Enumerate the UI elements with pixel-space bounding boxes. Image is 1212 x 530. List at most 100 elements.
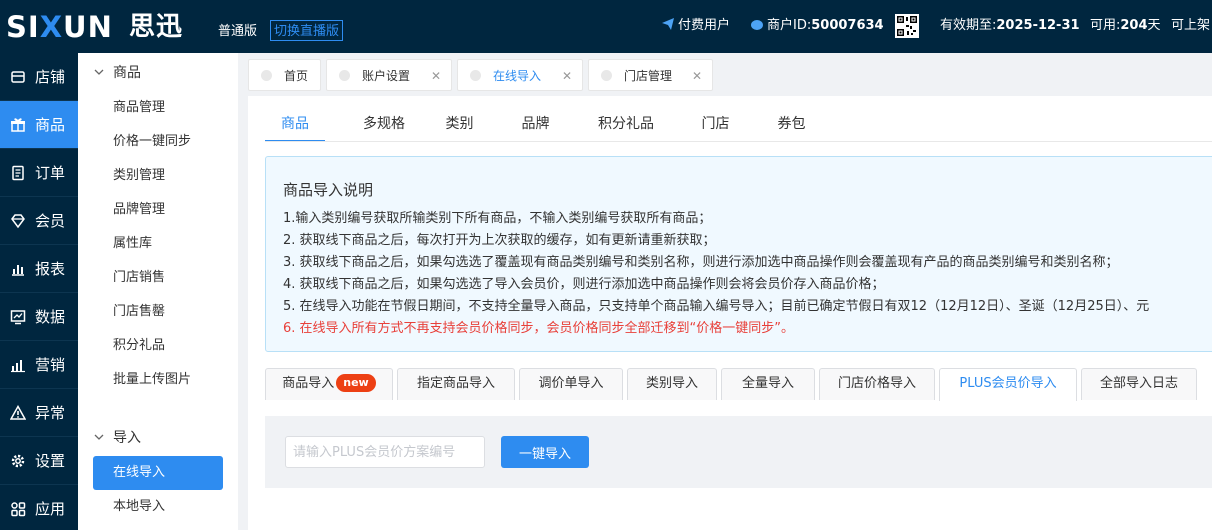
nav-item-store[interactable]: 店铺	[0, 53, 78, 101]
module-tab[interactable]: 积分礼品	[589, 96, 663, 142]
paid-user: 付费用户	[661, 17, 730, 35]
valid-until: 有效期至:2025-12-31	[940, 18, 1080, 33]
page-tab-label: 账户设置	[362, 68, 411, 83]
submenu-item[interactable]: 批量上传图片	[93, 363, 223, 397]
import-type-tab[interactable]: 门店价格导入	[819, 368, 935, 400]
import-type-tab-label: 调价单导入	[538, 376, 604, 391]
nav-item-label: 订单	[35, 164, 66, 182]
import-type-tab-label: 指定商品导入	[416, 376, 495, 391]
submenu-item[interactable]: 门店售罄	[93, 295, 223, 329]
module-tab[interactable]: 门店	[693, 96, 738, 142]
data-icon	[10, 309, 26, 324]
instruction-line: 4. 获取线下商品之后，如果勾选选了导入会员价，则进行添加选中商品操作则会将会员…	[283, 277, 885, 292]
one-click-import-button[interactable]: 一键导入	[501, 436, 589, 468]
page-tab-label: 首页	[284, 68, 309, 83]
warning-icon	[10, 404, 26, 420]
nav-item-warning[interactable]: 异常	[0, 389, 78, 437]
import-type-tab[interactable]: PLUS会员价导入	[939, 368, 1077, 401]
nav-item-label: 会员	[35, 212, 66, 230]
merchant-id: 商户ID:50007634	[750, 17, 884, 35]
report-icon	[12, 264, 24, 276]
close-icon[interactable]: ✕	[431, 69, 441, 83]
submenu-item[interactable]: 商品管理	[93, 91, 223, 125]
instruction-line: 1.输入类别编号获取所输类别下所有商品，不输入类别编号获取所有商品；	[283, 211, 712, 226]
nav-item-label: 报表	[35, 260, 66, 278]
diamond-icon	[11, 213, 25, 228]
secondary-menu: 商品 商品管理 价格一键同步 类别管理 品牌管理 属性库 门店销售 门店售罄 积分礼品 批量上传…	[78, 53, 238, 530]
submenu-item[interactable]: 品牌管理	[93, 193, 223, 227]
page-tab[interactable]: 门店管理 ✕	[588, 59, 713, 91]
shelf-label: 可上架	[1171, 18, 1211, 33]
new-badge: new	[336, 374, 376, 392]
import-type-tab[interactable]: 商品导入 new	[265, 368, 393, 400]
page-tab[interactable]: 首页	[248, 59, 321, 91]
module-tab[interactable]: 品牌	[513, 96, 558, 142]
close-icon[interactable]: ✕	[692, 69, 702, 83]
page-tab[interactable]: 在线导入 ✕	[457, 59, 583, 91]
submenu-item[interactable]: 在线导入	[93, 456, 223, 490]
paper-plane-icon	[662, 18, 674, 30]
instruction-line: 2. 获取线下商品之后，每次打开为上次获取的缓存，如有更新请重新获取；	[283, 233, 716, 248]
close-icon[interactable]: ✕	[562, 69, 572, 83]
nav-item-marketing[interactable]: 营销	[0, 341, 78, 389]
nav-item-label: 数据	[35, 308, 66, 326]
chevron-down-icon	[94, 434, 104, 440]
nav-item-label: 店铺	[35, 68, 66, 86]
import-instructions: 商品导入说明 1.输入类别编号获取所输类别下所有商品，不输入类别编号获取所有商品…	[265, 156, 1212, 352]
tab-dot-icon	[339, 69, 350, 81]
nav-item-label: 设置	[35, 452, 66, 470]
import-type-tab[interactable]: 全部导入日志	[1081, 368, 1197, 400]
page-tab-label: 门店管理	[624, 68, 673, 83]
switch-live-button[interactable]: 切换直播版	[270, 20, 344, 41]
submenu-item[interactable]: 属性库	[93, 227, 223, 261]
plus-scheme-code-input[interactable]	[285, 436, 485, 468]
import-type-tab[interactable]: 类别导入	[627, 368, 717, 400]
content-panel: 商品 多规格 类别 品牌 积分礼品 门店 券包 商品导入说明 1.输入类别编号获取所输类别下…	[248, 96, 1212, 530]
submenu-item[interactable]: 积分礼品	[93, 329, 223, 363]
primary-nav: 店铺商品订单会员报表数据营销异常设置应用	[0, 53, 78, 530]
store-icon	[11, 70, 25, 83]
instructions-title: 商品导入说明	[283, 181, 374, 199]
plus-import-form: 一键导入	[265, 416, 1212, 488]
instruction-warning: 6. 在线导入所有方式不再支持会员价格同步，会员价格同步全部迁移到“价格一键同步…	[283, 321, 795, 336]
drop-icon	[751, 20, 763, 30]
marketing-icon	[11, 359, 25, 372]
nav-item-order[interactable]: 订单	[0, 149, 78, 197]
chevron-down-icon	[94, 69, 104, 75]
import-type-tab-label: 类别导入	[645, 376, 698, 391]
page-tab-label: 在线导入	[493, 68, 542, 83]
available-days: 可用:204天	[1090, 18, 1161, 33]
nav-item-gift[interactable]: 商品	[0, 101, 78, 149]
nav-item-report[interactable]: 报表	[0, 245, 78, 293]
nav-item-apps[interactable]: 应用	[0, 485, 78, 530]
module-tab[interactable]: 商品	[265, 96, 325, 142]
submenu-item[interactable]: 价格一键同步	[93, 125, 223, 159]
tab-dot-icon	[601, 69, 612, 81]
nav-item-label: 营销	[35, 356, 66, 374]
module-tab[interactable]: 多规格	[347, 96, 421, 142]
group-goods[interactable]: 商品	[78, 62, 141, 82]
import-type-tab-label: 门店价格导入	[837, 376, 916, 391]
submenu-item[interactable]: 类别管理	[93, 159, 223, 193]
qr-code-icon[interactable]	[895, 14, 919, 38]
nav-item-diamond[interactable]: 会员	[0, 197, 78, 245]
module-tab[interactable]: 类别	[437, 96, 482, 142]
group-import[interactable]: 导入	[78, 427, 141, 447]
import-type-tab-label: 商品导入	[282, 376, 335, 391]
tabs-divider	[265, 141, 1212, 142]
submenu-item[interactable]: 本地导入	[93, 490, 223, 524]
module-tab[interactable]: 券包	[769, 96, 814, 142]
edition-label: 普通版	[218, 24, 258, 39]
import-type-tab[interactable]: 调价单导入	[519, 368, 623, 400]
import-type-tab[interactable]: 全量导入	[721, 368, 815, 400]
submenu-item[interactable]: 门店销售	[93, 261, 223, 295]
page-tab[interactable]: 账户设置 ✕	[326, 59, 452, 91]
nav-item-label: 应用	[35, 500, 66, 518]
import-type-tab[interactable]: 指定商品导入	[397, 368, 515, 400]
gift-icon	[11, 117, 25, 132]
import-type-tab-label: 全部导入日志	[1099, 376, 1178, 391]
gear-icon	[11, 454, 25, 467]
brand-logo-cn: 思迅	[129, 12, 184, 42]
nav-item-data[interactable]: 数据	[0, 293, 78, 341]
nav-item-gear[interactable]: 设置	[0, 437, 78, 485]
